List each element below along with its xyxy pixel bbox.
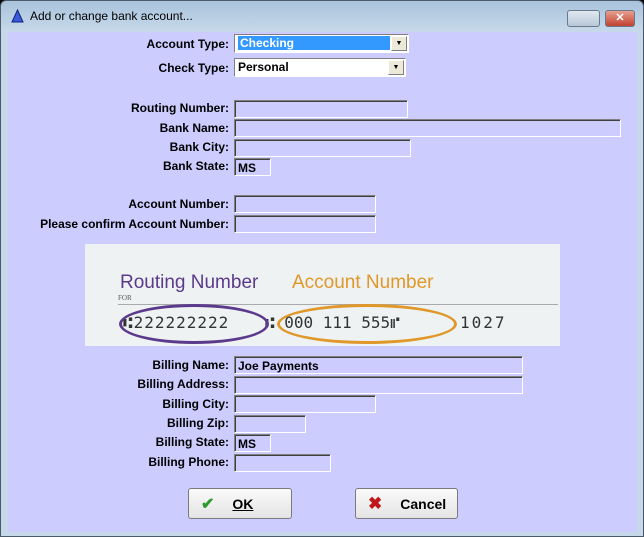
bank-city-input[interactable]	[234, 139, 411, 157]
billing-state-label: Billing State:	[155, 435, 229, 449]
confirm-account-input[interactable]	[234, 215, 376, 233]
chevron-down-icon[interactable]: ▼	[391, 36, 407, 51]
dialog-window: Add or change bank account... ✕ Account …	[0, 0, 644, 537]
confirm-account-label: Please confirm Account Number:	[40, 217, 229, 231]
check-type-select[interactable]: Personal ▼	[234, 58, 406, 77]
account-type-select[interactable]: Checking ▼	[234, 34, 409, 53]
checkmark-icon: ✔	[201, 495, 215, 513]
restore-button[interactable]	[567, 10, 600, 27]
cancel-button[interactable]: ✖ Cancel	[355, 488, 458, 519]
billing-city-input[interactable]	[234, 395, 376, 413]
ok-button[interactable]: ✔ OK	[188, 488, 292, 519]
app-icon	[11, 9, 24, 23]
billing-phone-label: Billing Phone:	[148, 455, 229, 469]
bank-state-input[interactable]: MS	[234, 158, 271, 176]
routing-number-label: Routing Number:	[131, 101, 229, 115]
check-diagram-image: Routing Number Account Number FOR ⑆22222…	[85, 244, 560, 346]
title-bar: Add or change bank account...	[11, 9, 193, 23]
billing-name-label: Billing Name:	[152, 358, 229, 372]
bank-city-label: Bank City:	[169, 140, 229, 154]
billing-zip-label: Billing Zip:	[167, 416, 229, 430]
bank-name-input[interactable]	[234, 119, 621, 137]
billing-city-label: Billing City:	[162, 397, 229, 411]
close-button[interactable]: ✕	[605, 10, 635, 27]
form-area: Account Type: Checking ▼ Check Type: Per…	[8, 32, 637, 532]
routing-ellipse	[119, 304, 269, 344]
account-type-label: Account Type:	[146, 37, 229, 51]
account-number-input[interactable]	[234, 195, 376, 213]
check-type-label: Check Type:	[158, 61, 229, 75]
billing-state-input[interactable]: MS	[234, 434, 271, 452]
check-number: 1027	[460, 313, 507, 332]
ok-label: OK	[232, 495, 254, 512]
cancel-label: Cancel	[400, 495, 447, 512]
billing-address-input[interactable]	[234, 376, 523, 394]
billing-phone-input[interactable]	[234, 454, 331, 472]
billing-address-label: Billing Address:	[137, 377, 229, 391]
routing-number-input[interactable]	[234, 100, 408, 118]
chevron-down-icon[interactable]: ▼	[388, 60, 404, 75]
account-ellipse	[277, 304, 457, 344]
billing-zip-input[interactable]	[234, 415, 306, 433]
for-label: FOR	[118, 294, 132, 302]
bank-state-label: Bank State:	[162, 159, 229, 173]
bank-name-label: Bank Name:	[159, 121, 229, 135]
account-caption: Account Number	[292, 272, 434, 293]
window-title: Add or change bank account...	[30, 9, 193, 23]
billing-name-input[interactable]: Joe Payments	[234, 356, 523, 374]
account-number-label: Account Number:	[128, 197, 229, 211]
x-icon: ✖	[368, 493, 383, 513]
routing-caption: Routing Number	[120, 272, 259, 293]
